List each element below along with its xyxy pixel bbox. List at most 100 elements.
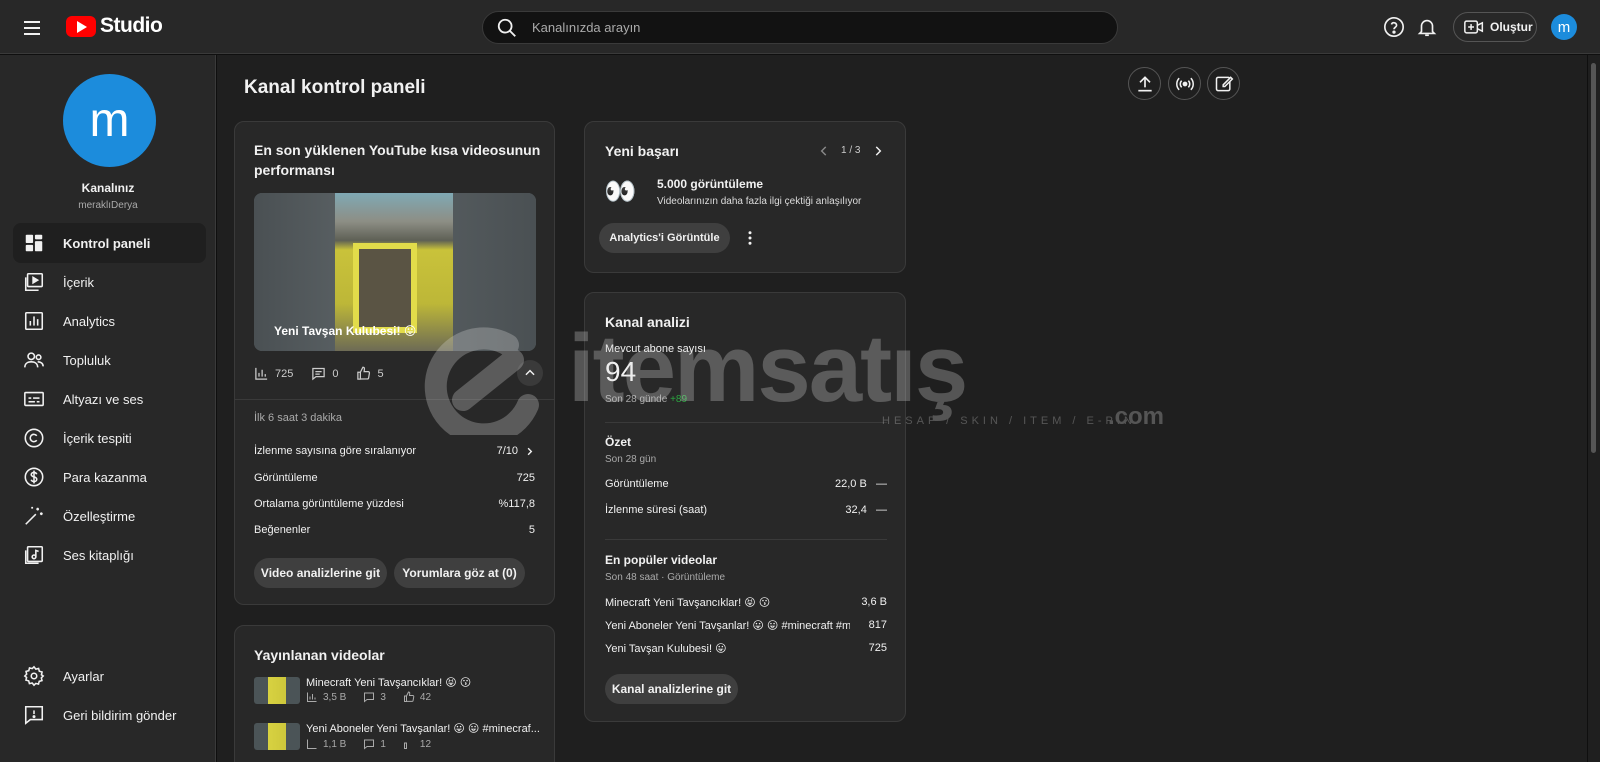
account-avatar[interactable]: m (1551, 14, 1577, 40)
views-bar-chart-icon (307, 692, 317, 702)
top-video-title: Yeni Aboneler Yeni Tavşanlar! 😛 😛 #minec… (605, 620, 850, 632)
views-bar-chart-icon (307, 739, 317, 749)
video-views: 1,1 B (323, 738, 347, 750)
scrollbar-thumb[interactable] (1591, 63, 1596, 453)
sidebar-item-analytics[interactable]: Analytics (13, 301, 206, 341)
short-period: İlk 6 saat 3 dakika (254, 412, 343, 424)
chevron-right-icon (527, 447, 533, 455)
feedback-icon (24, 705, 44, 725)
metric-row: Ortalama görüntüleme yüzdesi %117,8 (254, 498, 535, 510)
analytics-icon (24, 311, 44, 331)
rank-value: 7/10 (496, 445, 518, 457)
collapse-button[interactable] (517, 360, 543, 386)
metric-row: Beğenenler 5 (254, 524, 535, 536)
sidebar-item-customization[interactable]: Özelleştirme (13, 496, 206, 536)
top-videos-title: En popüler videolar (605, 553, 718, 567)
achievement-pager: 1 / 3 (841, 145, 861, 156)
published-video-stats: 1,1 B 1 12 (306, 738, 431, 750)
rank-label: İzlenme sayısına göre sıralanıyor (254, 445, 417, 457)
metric-label: Görüntüleme (254, 472, 318, 484)
achievement-description: Videolarınızın daha fazla ilgi çektiği a… (657, 196, 862, 207)
chevron-left-icon[interactable] (817, 144, 831, 158)
short-views: 725 (275, 367, 294, 380)
channel-handle: meraklıDerya (78, 200, 138, 211)
subscribers-label: Mevcut abone sayısı (605, 343, 706, 355)
page-title: Kanal kontrol paneli (244, 77, 426, 98)
search-icon[interactable] (496, 17, 518, 39)
achievement-card: Yeni başarı 1 / 3 👀 5.000 görüntüleme Vi… (584, 121, 906, 273)
metric-label: Beğenenler (254, 524, 311, 536)
edit-pencil-icon (1215, 75, 1233, 91)
summary-value: 22,0 B (835, 478, 867, 490)
view-analytics-button[interactable]: Analytics'i Görüntüle (599, 223, 730, 253)
youtube-studio-logo[interactable]: Studio (66, 14, 163, 38)
sidebar-item-label: Analytics (63, 313, 116, 329)
search-bar[interactable] (482, 11, 1118, 44)
go-live-button[interactable] (1168, 67, 1201, 100)
latest-short-card: En son yüklenen YouTube kısa videosunun … (234, 121, 555, 605)
video-thumbnail[interactable] (254, 677, 300, 704)
top-videos-period: Son 48 saat · Görüntüleme (605, 572, 726, 583)
upload-button[interactable] (1128, 67, 1161, 100)
channel-name: Kanalınız (81, 181, 135, 195)
sidebar-item-label: Ses kitaplığı (63, 547, 134, 563)
comment-icon (364, 692, 375, 703)
sidebar-item-label: Geri bildirim gönder (63, 707, 177, 723)
summary-label: İzlenme süresi (saat) (605, 504, 708, 516)
top-video-title: Yeni Tavşan Kulubesi! 😛 (605, 643, 727, 655)
sidebar-item-monetization[interactable]: Para kazanma (13, 457, 206, 497)
top-video-row[interactable]: Yeni Tavşan Kulubesi! 😛 725 (605, 642, 887, 655)
metric-value: 5 (528, 524, 535, 536)
sidebar-item-label: Para kazanma (63, 469, 147, 485)
notifications-bell-icon[interactable] (1416, 16, 1438, 38)
summary-row: Görüntüleme 22,0 B — (605, 478, 887, 490)
views-bar-chart-icon (255, 367, 268, 380)
video-views: 3,5 B (323, 691, 347, 703)
channel-analytics-button[interactable]: Kanal analizlerine git (605, 674, 738, 704)
published-video-title[interactable]: Minecraft Yeni Tavşancıklar! 😝 😗 (306, 676, 546, 689)
metric-value: %117,8 (498, 498, 536, 510)
video-thumbnail[interactable] (254, 723, 300, 750)
divider (605, 539, 887, 540)
channel-analytics-title: Kanal analizi (605, 314, 690, 330)
sidebar-item-content[interactable]: İçerik (13, 262, 206, 302)
create-button[interactable]: Oluştur (1453, 12, 1537, 42)
summary-row: İzlenme süresi (saat) 32,4 — (605, 504, 887, 516)
top-video-row[interactable]: Minecraft Yeni Tavşancıklar! 😝 😗 3,6 B (605, 596, 887, 609)
hamburger-menu-icon[interactable] (18, 14, 46, 42)
published-video-title[interactable]: Yeni Aboneler Yeni Tavşanlar! 😛 😛 #minec… (306, 722, 546, 735)
video-analytics-button[interactable]: Video analizlerine git (254, 558, 387, 588)
top-video-row[interactable]: Yeni Aboneler Yeni Tavşanlar! 😛 😛 #minec… (605, 619, 887, 632)
subtitles-icon (24, 391, 44, 407)
upload-icon (1137, 75, 1152, 91)
divider (605, 422, 887, 423)
create-post-button[interactable] (1207, 67, 1240, 100)
rank-row[interactable]: İzlenme sayısına göre sıralanıyor 7/10 (254, 445, 535, 457)
sidebar-item-dashboard[interactable]: Kontrol paneli (13, 223, 206, 263)
short-thumbnail[interactable]: Yeni Tavşan Kulubesi! 😛 (254, 193, 536, 351)
top-video-views: 3,6 B (861, 596, 887, 608)
community-icon (24, 352, 44, 368)
top-video-views: 725 (868, 642, 887, 654)
chevron-right-icon[interactable] (871, 144, 885, 158)
audio-library-icon (24, 545, 44, 565)
scrollbar[interactable] (1588, 55, 1600, 762)
view-comments-button[interactable]: Yorumlara göz at (0) (394, 558, 525, 588)
help-icon[interactable] (1383, 16, 1405, 38)
channel-avatar[interactable]: m (63, 74, 156, 167)
published-videos-card: Yayınlanan videolar Minecraft Yeni Tavşa… (234, 625, 555, 762)
more-options-icon[interactable] (741, 229, 759, 247)
sidebar-item-settings[interactable]: Ayarlar (13, 656, 206, 696)
live-broadcast-icon (1175, 77, 1194, 90)
sidebar-item-copyright[interactable]: İçerik tespiti (13, 418, 206, 458)
thumbs-up-icon (403, 742, 407, 749)
copyright-icon (24, 428, 44, 448)
metric-row: Görüntüleme 725 (254, 472, 535, 484)
published-videos-title: Yayınlanan videolar (254, 647, 385, 663)
search-input[interactable] (532, 20, 1092, 35)
sidebar-item-community[interactable]: Topluluk (13, 340, 206, 380)
sidebar-item-audio-library[interactable]: Ses kitaplığı (13, 535, 206, 575)
summary-label: Görüntüleme (605, 478, 669, 490)
sidebar-item-subtitles[interactable]: Altyazı ve ses (13, 379, 206, 419)
sidebar-item-feedback[interactable]: Geri bildirim gönder (13, 695, 206, 735)
